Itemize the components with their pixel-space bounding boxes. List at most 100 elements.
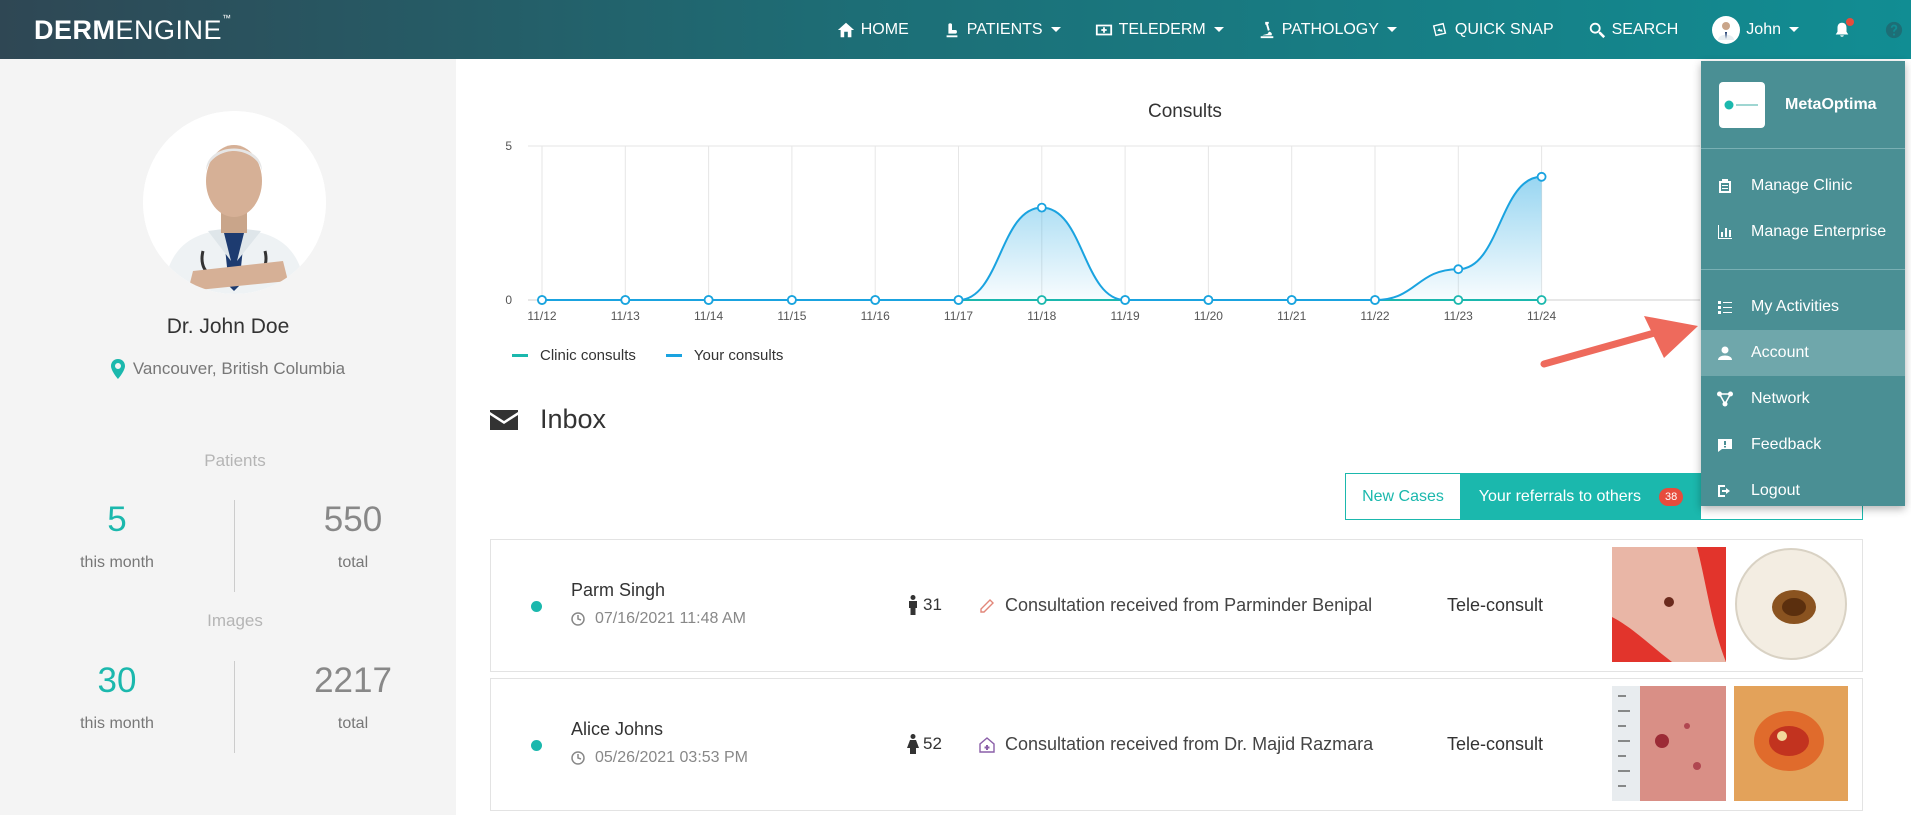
consults-chart: 0 5 11/12 11/13 11/14 11/15 11/16 11/17 11/18 11/… [505,139,1700,323]
data-point[interactable] [1536,171,1547,182]
case-date-text: 07/16/2021 11:48 AM [595,610,746,627]
stat-divider [234,500,235,592]
menu-item-account[interactable]: Account [1701,330,1905,376]
patient-name[interactable]: Alice Johns [571,719,663,740]
data-point[interactable] [703,295,714,305]
data-point[interactable] [1286,295,1297,305]
data-point[interactable] [786,295,797,305]
images-month-label: this month [80,715,154,732]
menu-item-feedback[interactable]: Feedback [1701,422,1905,468]
data-point[interactable] [620,295,631,305]
male-icon [909,595,917,615]
data-point[interactable] [1036,202,1047,213]
chevron-down-icon [1386,27,1397,32]
unread-dot [531,601,542,612]
legend-label: Clinic consults [540,347,636,364]
nav-user-menu[interactable]: John [1712,15,1799,44]
tab-new-cases[interactable]: New Cases [1346,474,1461,519]
search-icon [1589,22,1605,38]
help-button[interactable] [1885,21,1903,39]
nav-home[interactable]: HOME [837,21,909,39]
images-total-value: 2217 [314,661,392,700]
quick-snap-icon [1432,22,1447,36]
menu-item-manage-enterprise[interactable]: Manage Enterprise [1701,209,1905,255]
chevron-down-icon [1213,27,1224,32]
nav-home-label: HOME [860,20,909,38]
female-icon [907,734,919,754]
tab-your-referrals[interactable]: Your referrals to others 38 [1461,474,1701,519]
x-tick-label: 11/20 [1194,309,1223,323]
patient-age: 31 [907,595,942,615]
menu-item-label: Manage Clinic [1751,177,1853,194]
inbox-row[interactable]: Parm Singh 07/16/2021 11:48 AM 31 Consul… [490,539,1863,672]
data-point[interactable] [1370,295,1380,305]
data-point[interactable] [537,295,547,305]
clock-icon [571,751,585,765]
clock-icon [571,612,585,626]
menu-item-network[interactable]: Network [1701,376,1905,422]
patients-total: 550 total [236,500,470,572]
x-tick-label: 11/13 [611,309,640,323]
legend-your-consults[interactable]: Your consults [665,347,783,364]
data-point[interactable] [1453,264,1464,275]
doctor-portrait-icon [143,111,326,294]
images-month: 30 this month [0,661,234,733]
data-point[interactable] [1203,295,1214,305]
y-tick-label: 5 [505,139,512,153]
x-tick-label: 11/19 [1111,309,1140,323]
brand-light: ENGINE [115,15,223,45]
patients-month-value: 5 [107,500,127,539]
dermoscopy-thumbnail[interactable] [1734,547,1848,662]
nav-telederm-label: TELEDERM [1118,20,1206,38]
patients-total-label: total [337,554,369,571]
network-icon [1717,391,1733,407]
consult-type: Tele-consult [1447,734,1544,754]
nav-search[interactable]: SEARCH [1588,20,1679,39]
org-name: MetaOptima [1785,95,1877,113]
nav-pathology[interactable]: PATHOLOGY [1258,21,1397,39]
nav-search-label: SEARCH [1611,20,1679,38]
patient-name[interactable]: Parm Singh [571,580,665,601]
org-header[interactable]: MetaOptima [1701,61,1905,149]
data-point[interactable] [953,295,964,305]
referrals-count-badge: 38 [1658,487,1684,506]
patients-stats: 5 this month 550 total [0,500,470,592]
envelope-icon [490,409,518,430]
lesion-photo-thumbnail[interactable] [1612,547,1726,662]
menu-item-logout[interactable]: Logout [1701,468,1905,514]
legend-clinic-consults[interactable]: Clinic consults [512,347,636,364]
brand-tm: ™ [222,13,232,23]
patients-month-label: this month [80,554,154,571]
x-tick-label: 11/23 [1444,309,1473,323]
consult-type: Tele-consult [1447,595,1544,615]
chevron-down-icon [1789,27,1799,32]
menu-item-my-activities[interactable]: My Activities [1701,284,1905,330]
data-point[interactable] [870,295,881,305]
top-navbar: DERMENGINE™ HOME PATIENTS TELEDERM PATHO… [0,0,1911,59]
nav-quick-snap[interactable]: QUICK SNAP [1431,21,1554,39]
lesion-photo-thumbnail[interactable] [1612,686,1726,801]
dermoscopy-thumbnail[interactable] [1734,686,1848,801]
user-icon [1718,346,1732,360]
telederm-icon [1095,24,1112,35]
home-icon [837,22,854,37]
bar-chart-icon [1718,225,1732,239]
brand-logo[interactable]: DERMENGINE™ [34,13,232,46]
avatar [1712,15,1741,44]
notifications-button[interactable] [1833,17,1854,39]
consult-message-text: Consultation received from Dr. Majid Raz… [1005,734,1374,754]
metaoptima-logo-icon [1724,100,1758,109]
nav-telederm[interactable]: TELEDERM [1095,21,1224,39]
nav-patients[interactable]: PATIENTS [943,21,1061,39]
chart-legend: Clinic consults Your consults [512,347,783,364]
nav-pathology-label: PATHOLOGY [1281,20,1379,38]
nav-patients-label: PATIENTS [966,20,1043,38]
x-tick-label: 11/16 [861,309,890,323]
case-date: 07/16/2021 11:48 AM [571,610,746,628]
data-point[interactable] [1120,295,1130,305]
location-text: Vancouver, British Columbia [132,359,346,378]
inbox-row[interactable]: Alice Johns 05/26/2021 03:53 PM 52 Consu… [490,678,1863,811]
menu-item-manage-clinic[interactable]: Manage Clinic [1701,163,1905,209]
microscope-icon [1260,21,1274,38]
legend-swatch [665,354,682,357]
